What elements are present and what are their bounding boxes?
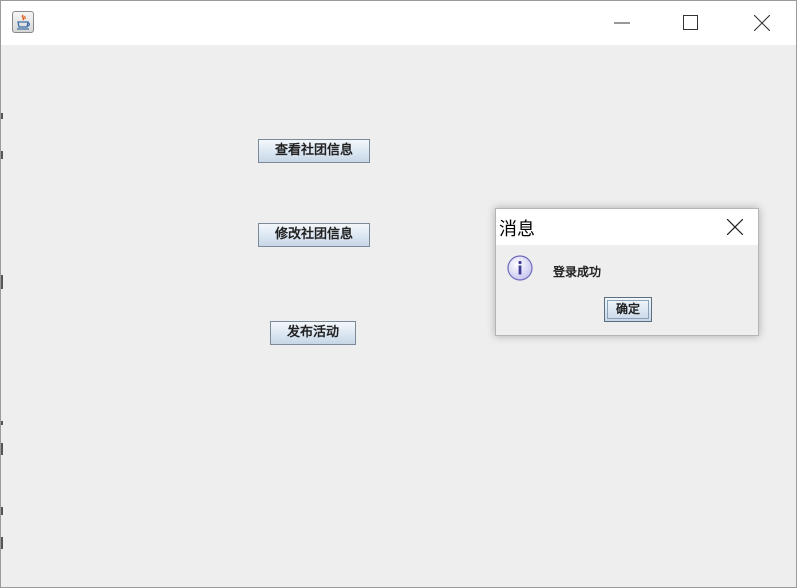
edit-club-info-button[interactable]: 修改社团信息 [258, 223, 370, 247]
close-icon [727, 219, 743, 235]
view-club-info-button[interactable]: 查看社团信息 [258, 139, 370, 163]
ok-button-label: 确定 [615, 302, 640, 316]
information-icon [507, 255, 533, 281]
minimize-button[interactable] [599, 1, 645, 45]
dialog-titlebar[interactable]: 消息 [496, 209, 758, 245]
maximize-icon [683, 15, 698, 30]
maximize-button[interactable] [668, 1, 714, 45]
dialog-message: 登录成功 [553, 265, 602, 279]
message-dialog: 消息 登录成功 确定 [495, 208, 759, 336]
dialog-title: 消息 [499, 219, 535, 240]
close-button[interactable] [739, 1, 785, 45]
publish-activity-button[interactable]: 发布活动 [270, 321, 356, 345]
close-icon [754, 15, 770, 31]
java-cup-icon[interactable] [12, 11, 34, 33]
minimize-icon [614, 22, 630, 24]
window-titlebar[interactable] [1, 1, 796, 45]
window-left-edge [1, 45, 3, 587]
main-window: 查看社团信息 修改社团信息 发布活动 消息 登录成功 确定 [0, 0, 797, 588]
ok-button[interactable]: 确定 [604, 297, 652, 322]
dialog-close-button[interactable] [712, 209, 758, 245]
